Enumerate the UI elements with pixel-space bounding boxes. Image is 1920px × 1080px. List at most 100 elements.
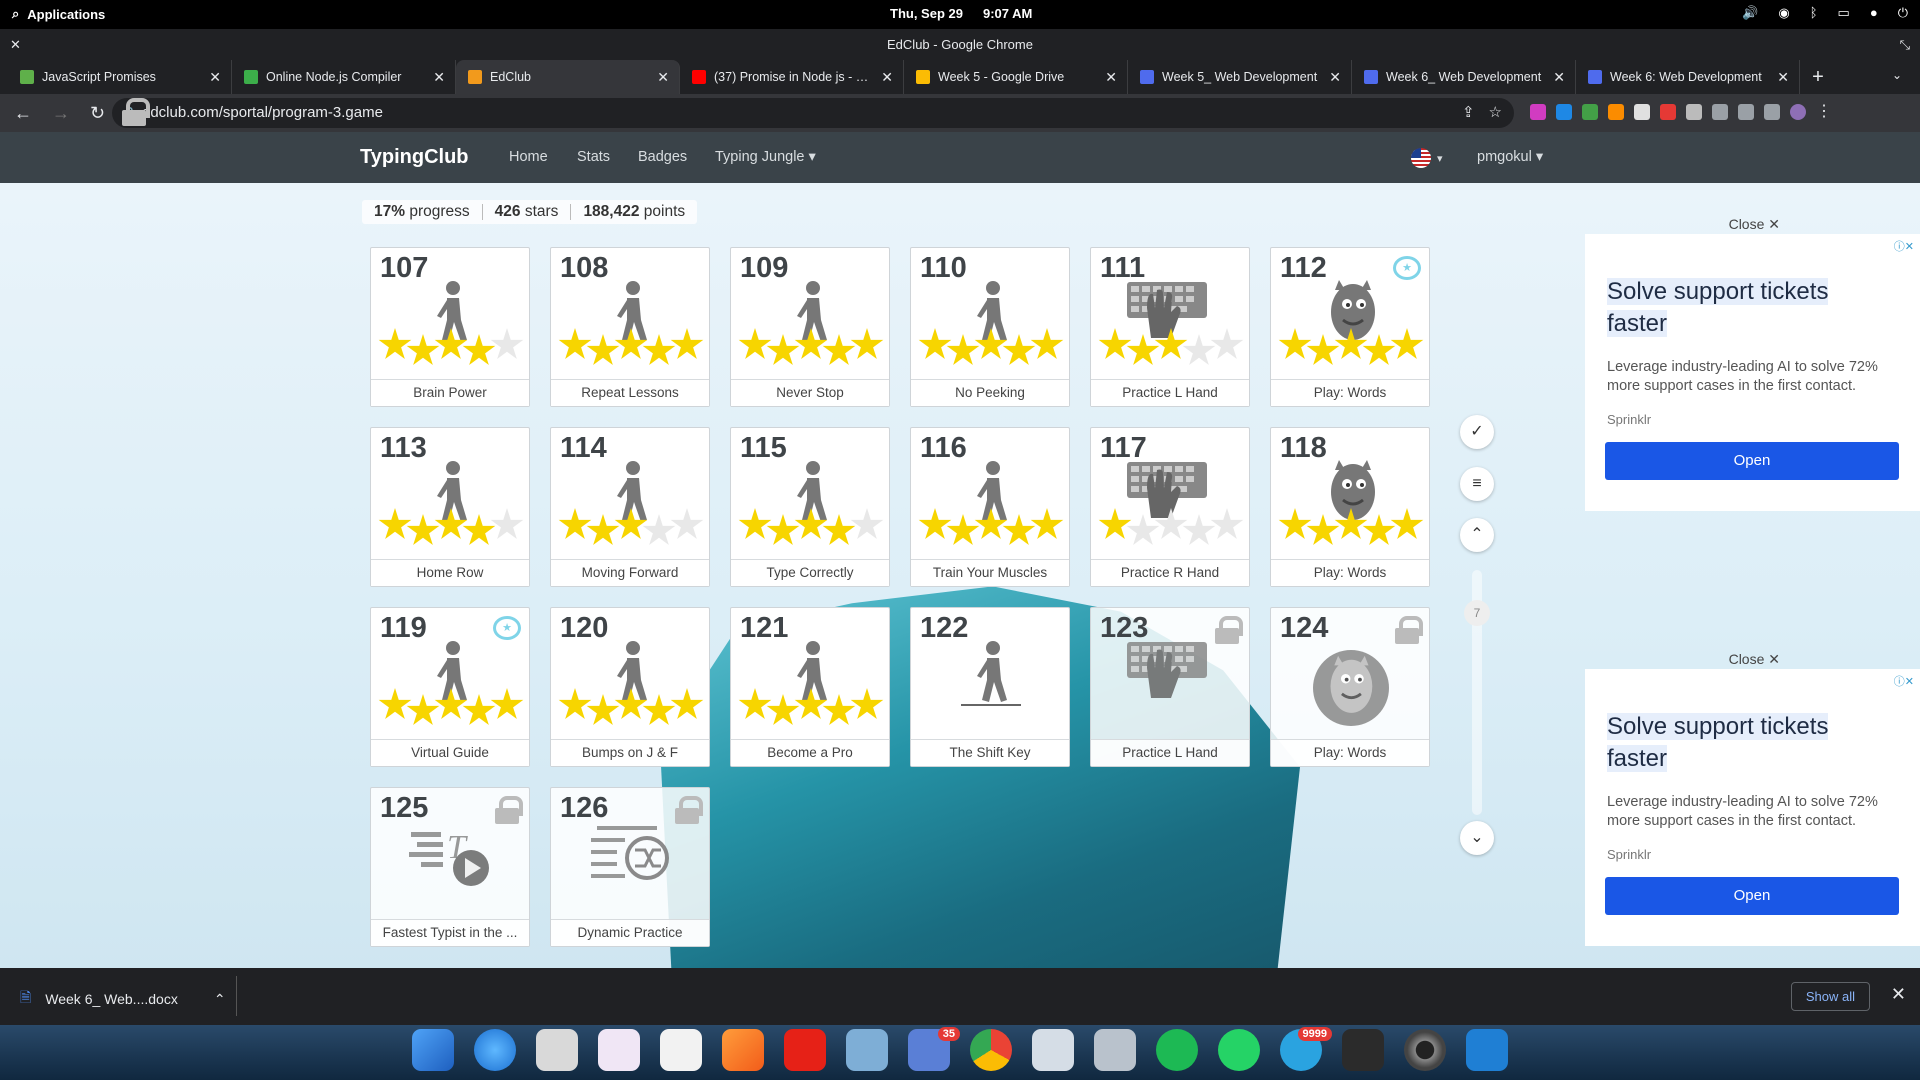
lesson-card[interactable]: 122 The Shift Key [910,607,1070,767]
extension-icon[interactable] [1582,104,1598,120]
lesson-card[interactable]: 124 Play: Words [1270,607,1430,767]
tab-close-icon[interactable]: ✕ [209,69,221,86]
music-icon[interactable] [722,1029,764,1071]
tab-close-icon[interactable]: ✕ [657,69,669,86]
battery-icon[interactable]: ▭ [1838,5,1850,21]
extension-icon[interactable] [1686,104,1702,120]
workspaces-icon[interactable] [412,1029,454,1071]
tab-search-chevron-icon[interactable]: ⌄ [1892,68,1902,82]
site-logo[interactable]: TypingClub [360,146,469,169]
menu-icon[interactable]: ≡ [1460,467,1494,501]
ad-open-button[interactable]: Open [1605,877,1899,915]
user-menu[interactable]: pmgokul ▾ [1477,149,1543,165]
chevron-down-icon[interactable]: ⌄ [1460,821,1494,855]
browser-tab[interactable]: (37) Promise in Node js - Exp ✕ [680,60,904,94]
extension-icon[interactable] [1608,104,1624,120]
new-tab-button[interactable]: + [1800,60,1836,94]
lesson-card[interactable]: 112 ★ Play: Words [1270,247,1430,407]
extension-icon[interactable] [1660,104,1676,120]
ad-close-button[interactable]: Close ✕ [1729,216,1780,233]
volume-icon[interactable]: 🔊 [1742,5,1758,21]
ad-info-icon[interactable]: ⓘ✕ [1894,673,1914,689]
extension-icon[interactable] [1634,104,1650,120]
tab-close-icon[interactable]: ✕ [881,69,893,86]
browser-tab[interactable]: Week 5_ Web Development ✕ [1128,60,1352,94]
calendar-icon[interactable] [660,1029,702,1071]
nav-typing-jungle[interactable]: Typing Jungle ▾ [715,149,816,165]
browser-tab[interactable]: Week 6: Web Development ✕ [1576,60,1800,94]
system-tray[interactable]: 🔊 ◉ ᛒ ▭ ● ⏻ [1742,5,1908,21]
ad-open-button[interactable]: Open [1605,442,1899,480]
tab-close-icon[interactable]: ✕ [1329,69,1341,86]
lesson-card[interactable]: 109 Never Stop [730,247,890,407]
browser-tab[interactable]: JavaScript Promises ✕ [8,60,232,94]
browser-tab[interactable]: Week 5 - Google Drive ✕ [904,60,1128,94]
power-icon[interactable]: ⏻ [1898,5,1908,21]
browser-tab[interactable]: EdClub ✕ [456,60,680,94]
vscode-icon[interactable] [1466,1029,1508,1071]
clock[interactable]: Thu, Sep 29 9:07 AM [890,6,1032,21]
forward-icon[interactable]: → [52,103,70,124]
lesson-card[interactable]: 114 Moving Forward [550,427,710,587]
ad-info-icon[interactable]: ⓘ✕ [1894,238,1914,254]
telegram-icon[interactable]: 9999 [1280,1027,1332,1071]
lesson-card[interactable]: 121 Become a Pro [730,607,890,767]
lesson-card[interactable]: 117 Practice R Hand [1090,427,1250,587]
lesson-card[interactable]: 126 Dynamic Practice [550,787,710,947]
ad-close-button[interactable]: Close ✕ [1729,651,1780,668]
lesson-card[interactable]: 119 ★ Virtual Guide [370,607,530,767]
lesson-card[interactable]: 110 No Peeking [910,247,1070,407]
lesson-card[interactable]: 123 Practice L Hand [1090,607,1250,767]
mail-icon[interactable] [536,1029,578,1071]
puzzle-icon[interactable] [1712,104,1728,120]
tab-close-icon[interactable]: ✕ [1553,69,1565,86]
nav-stats[interactable]: Stats [577,149,610,165]
lesson-card[interactable]: 118 Play: Words [1270,427,1430,587]
browser-tab[interactable]: Online Node.js Compiler ✕ [232,60,456,94]
lesson-card[interactable]: 107 Brain Power [370,247,530,407]
profile-avatar[interactable] [1790,104,1806,120]
side-panel-icon[interactable] [1764,104,1780,120]
check-circle-icon[interactable]: ✓ [1460,415,1494,449]
terminal-icon[interactable] [1342,1029,1384,1071]
back-icon[interactable]: ← [14,103,32,124]
settings-toggle-icon[interactable] [1032,1029,1074,1071]
close-window-icon[interactable]: ✕ [10,29,21,60]
lesson-card[interactable]: 125 T Fastest Typist in the ... [370,787,530,947]
close-download-bar-icon[interactable]: ✕ [1891,984,1906,1005]
nav-badges[interactable]: Badges [638,149,687,165]
photos-icon[interactable] [846,1029,888,1071]
bookmark-star-icon[interactable]: ☆ [1489,98,1502,128]
extension-icon[interactable] [1556,104,1572,120]
lesson-card[interactable]: 120 Bumps on J & F [550,607,710,767]
chevron-up-icon[interactable]: ⌃ [1460,518,1494,552]
lesson-card[interactable]: 111 Practice L Hand [1090,247,1250,407]
app-center-icon[interactable]: 35 [908,1027,960,1071]
camera-icon[interactable] [1404,1029,1446,1071]
lesson-card[interactable]: 108 Repeat Lessons [550,247,710,407]
chrome-icon[interactable] [970,1029,1012,1071]
nav-home[interactable]: Home [509,149,548,165]
kebab-menu-icon[interactable]: ⋮ [1816,104,1832,120]
tab-close-icon[interactable]: ✕ [1105,69,1117,86]
media-icon[interactable] [1738,104,1754,120]
chevron-up-icon[interactable]: ⌃ [214,991,226,1008]
share-icon[interactable]: ⇪ [1462,98,1475,128]
lock-icon[interactable]: 🔒 [122,98,150,126]
youtube-icon[interactable] [784,1029,826,1071]
browser-tab[interactable]: Week 6_ Web Development ✕ [1352,60,1576,94]
show-all-button[interactable]: Show all [1790,982,1870,1011]
browser-icon[interactable] [474,1029,516,1071]
lesson-card[interactable]: 115 Type Correctly [730,427,890,587]
notification-icon[interactable]: ● [1870,5,1878,21]
wifi-icon[interactable]: ◉ [1778,5,1789,21]
whatsapp-icon[interactable] [1218,1029,1260,1071]
bluetooth-icon[interactable]: ᛒ [1810,5,1818,21]
resize-icon[interactable]: ⤡ [1900,29,1910,60]
address-bar[interactable]: 🔒 edclub.com/sportal/program-3.game ⇪ ☆ [112,98,1514,128]
spotify-icon[interactable] [1156,1029,1198,1071]
lesson-card[interactable]: 113 Home Row [370,427,530,587]
lesson-card[interactable]: 116 Train Your Muscles [910,427,1070,587]
extension-icon[interactable] [1530,104,1546,120]
tab-close-icon[interactable]: ✕ [433,69,445,86]
